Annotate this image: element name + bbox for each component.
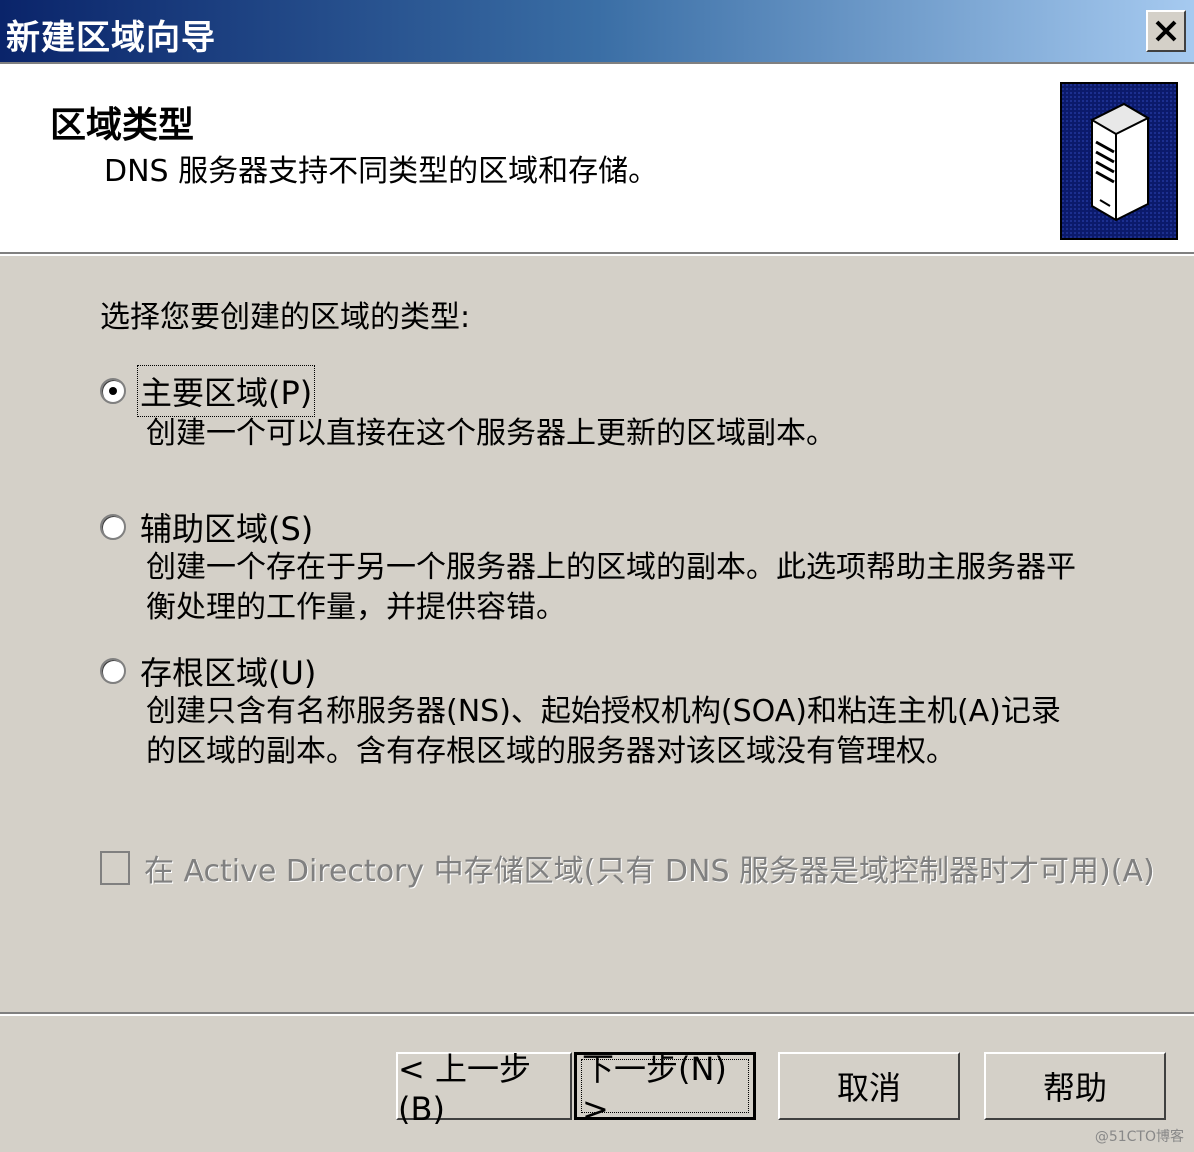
ad-store-checkbox-row[interactable]: 在 Active Directory 中存储区域(只有 DNS 服务器是域控制器… <box>100 846 1155 890</box>
secondary-zone-label[interactable]: 辅助区域(S) <box>140 504 313 550</box>
stub-zone-description: 创建只含有名称服务器(NS)、起始授权机构(SOA)和粘连主机(A)记录的区域的… <box>146 694 1061 769</box>
page-title: 区域类型 <box>50 105 195 146</box>
stub-zone-radio[interactable]: 存根区域(U) <box>100 648 316 694</box>
ad-store-label: 在 Active Directory 中存储区域(只有 DNS 服务器是域控制器… <box>144 854 1155 889</box>
title-bar[interactable]: 新建区域向导 <box>0 0 1194 64</box>
window-title: 新建区域向导 <box>6 18 216 58</box>
primary-zone-label[interactable]: 主要区域(P) <box>136 365 316 417</box>
server-icon <box>1060 82 1178 240</box>
stub-zone-label[interactable]: 存根区域(U) <box>140 648 316 694</box>
watermark: @51CTO博客 <box>1094 1129 1184 1145</box>
secondary-zone-description: 创建一个存在于另一个服务器上的区域的副本。此选项帮助主服务器平衡处理的工作量，并… <box>146 550 1076 625</box>
ad-store-checkbox[interactable] <box>100 851 130 885</box>
footer-divider-highlight <box>0 1014 1194 1016</box>
back-button[interactable]: < 上一步(B) <box>396 1050 572 1128</box>
page-subtitle: DNS 服务器支持不同类型的区域和存储。 <box>104 154 659 189</box>
help-button-label: 帮助 <box>1042 1069 1107 1107</box>
primary-zone-radio[interactable]: 主要区域(P) <box>100 365 316 417</box>
close-icon <box>1155 20 1177 42</box>
radio-button-primary[interactable] <box>100 378 126 404</box>
next-button[interactable]: 下一步(N) > <box>574 1050 756 1128</box>
cancel-button[interactable]: 取消 <box>778 1052 960 1120</box>
radio-button-secondary[interactable] <box>100 514 126 540</box>
back-button-label: < 上一步(B) <box>398 1050 531 1128</box>
close-button[interactable] <box>1146 10 1186 52</box>
zone-type-prompt: 选择您要创建的区域的类型: <box>100 300 471 335</box>
cancel-button-label: 取消 <box>836 1069 901 1107</box>
secondary-zone-radio[interactable]: 辅助区域(S) <box>100 504 313 550</box>
wizard-header: 区域类型 DNS 服务器支持不同类型的区域和存储。 <box>0 64 1194 254</box>
next-button-label: 下一步(N) > <box>581 1050 749 1128</box>
help-button[interactable]: 帮助 <box>984 1052 1166 1120</box>
radio-button-stub[interactable] <box>100 658 126 684</box>
header-divider <box>0 254 1194 256</box>
primary-zone-description: 创建一个可以直接在这个服务器上更新的区域副本。 <box>146 416 836 451</box>
